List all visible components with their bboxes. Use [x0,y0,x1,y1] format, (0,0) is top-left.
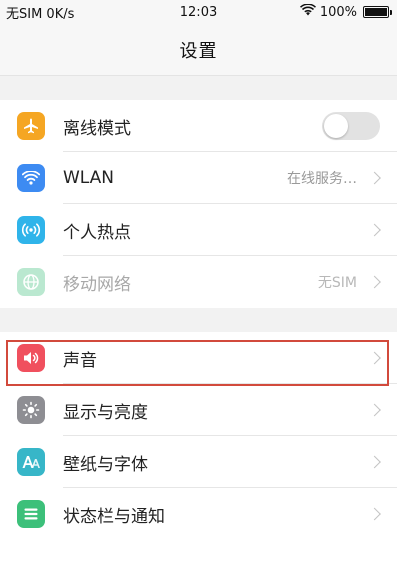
mobile-network-value: 无SIM [317,275,357,291]
notification-icon [17,500,45,528]
chevron-right-icon [368,275,381,289]
settings-item-label: 个人热点 [63,222,131,243]
settings-group-network: 离线模式 WLAN 在线服务… 个人热点 移动网络 无SIM [0,100,397,308]
chevron-right-icon [368,171,381,185]
settings-item-label: 移动网络 [63,274,131,295]
wifi-icon [17,164,45,192]
page-title: 设置 [179,40,218,62]
wifi-icon [299,3,316,20]
settings-item-label: WLAN [63,168,115,188]
carrier-speed: 无SIM 0K/s [6,6,75,22]
battery-icon [363,6,392,18]
wlan-status-value: 在线服务… [287,171,357,187]
battery-percent: 100% [319,4,357,20]
settings-item-mobile-network[interactable]: 移动网络 无SIM [0,256,397,308]
settings-item-label: 壁纸与字体 [63,454,148,475]
chevron-right-icon [368,403,381,417]
speaker-icon [17,344,45,372]
settings-item-sound[interactable]: 声音 [0,332,397,384]
settings-item-display-brightness[interactable]: 显示与亮度 [0,384,397,436]
settings-item-statusbar-notifications[interactable]: 状态栏与通知 [0,488,397,540]
toggle-knob [324,114,348,138]
hotspot-icon [17,216,45,244]
settings-screen: 无SIM 0K/s 12:03 100% 设置 离线模式 WLAN 在线服务… … [0,0,397,564]
settings-item-wlan[interactable]: WLAN 在线服务… [0,152,397,204]
chevron-right-icon [368,455,381,469]
settings-item-label: 显示与亮度 [63,402,148,423]
chevron-right-icon [368,223,381,237]
globe-icon [17,268,45,296]
settings-group-personalization: 声音 显示与亮度 壁纸与字体 状态栏与通知 [0,332,397,564]
font-icon [17,448,45,476]
settings-item-label: 状态栏与通知 [63,506,165,527]
status-right: 100% [299,3,392,20]
chevron-right-icon [368,507,381,521]
status-bar: 无SIM 0K/s 12:03 100% [0,0,397,24]
brightness-icon [17,396,45,424]
title-bar: 设置 [0,24,397,76]
settings-item-wallpaper-font[interactable]: 壁纸与字体 [0,436,397,488]
settings-item-hotspot[interactable]: 个人热点 [0,204,397,256]
settings-item-airplane-mode[interactable]: 离线模式 [0,100,397,152]
settings-item-label: 离线模式 [63,118,131,139]
airplane-icon [17,112,45,140]
chevron-right-icon [368,351,381,365]
airplane-mode-toggle[interactable] [322,112,380,140]
settings-item-label: 声音 [63,350,97,371]
battery-fill [365,8,387,16]
